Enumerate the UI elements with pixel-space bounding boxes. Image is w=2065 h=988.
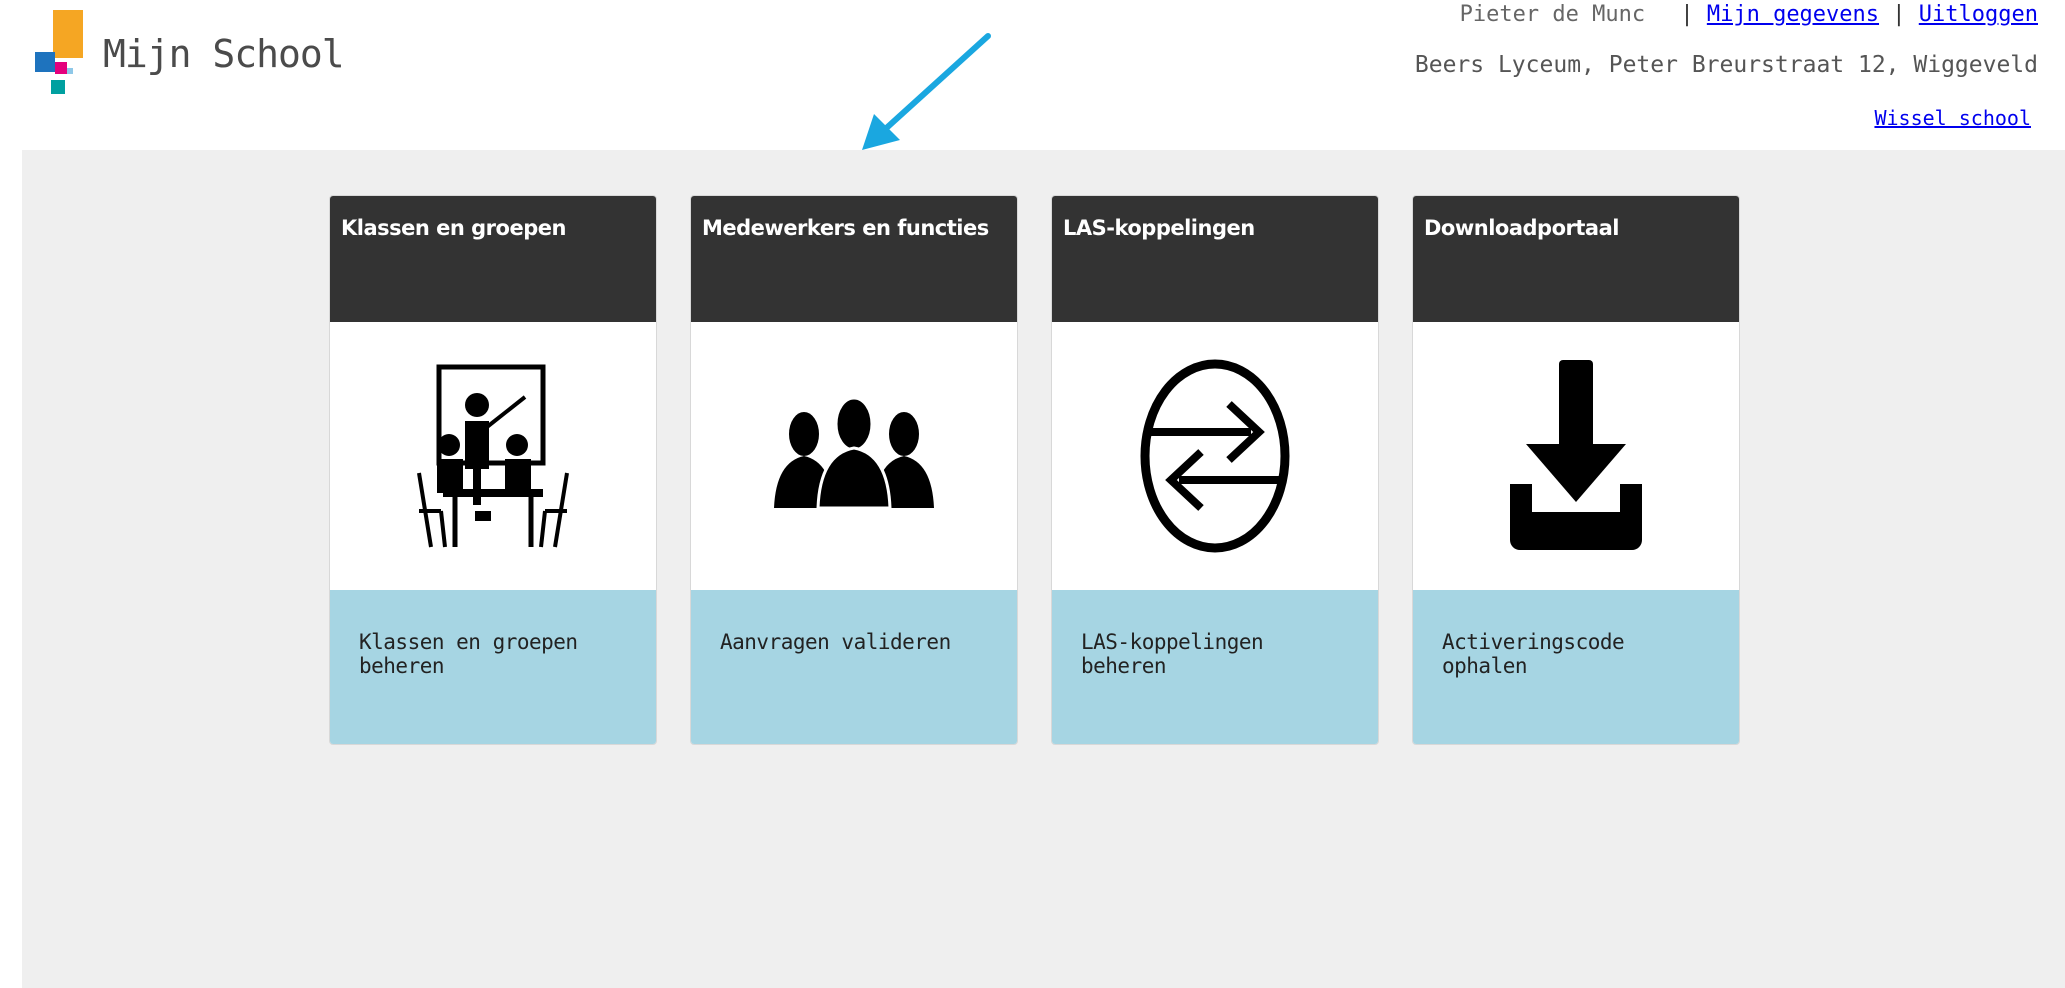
separator: | (1892, 2, 1906, 27)
logo-text: Mijn School (103, 32, 345, 76)
mijn-school-logo[interactable]: Mijn School (35, 10, 345, 98)
user-bar: Pieter de Munc | Mijn gegevens | Uitlogg… (1460, 2, 2038, 27)
classroom-teacher-icon (417, 364, 569, 548)
tile-action-link[interactable]: Activeringscode ophalen (1413, 590, 1739, 744)
tile-title: Medewerkers en functies (691, 196, 1017, 322)
staff-group-icon (774, 396, 934, 510)
logo-mark-icon (35, 10, 83, 94)
page-header: Mijn School Pieter de Munc | Mijn gegeve… (0, 0, 2065, 150)
tile-downloadportaal[interactable]: Downloadportaal Activeringscode ophalen (1412, 195, 1740, 745)
exchange-arrows-icon (1140, 359, 1290, 553)
tile-title: Downloadportaal (1413, 196, 1739, 322)
tile-klassen-en-groepen[interactable]: Klassen en groepen Klassen en groepen be… (329, 195, 657, 745)
tile-title: LAS-koppelingen (1052, 196, 1378, 322)
separator: | (1680, 2, 1694, 27)
dashboard-area: Klassen en groepen Klassen en groepen be… (22, 150, 2065, 988)
tile-medewerkers-en-functies[interactable]: Medewerkers en functies Aanvragen valide… (690, 195, 1018, 745)
logout-link[interactable]: Uitloggen (1919, 2, 2038, 27)
my-details-link[interactable]: Mijn gegevens (1707, 2, 1879, 27)
tile-action-link[interactable]: LAS-koppelingen beheren (1052, 590, 1378, 744)
download-icon (1510, 360, 1642, 550)
user-name: Pieter de Munc (1459, 2, 1646, 27)
switch-school-link[interactable]: Wissel school (1874, 106, 2031, 130)
school-address: Beers Lyceum, Peter Breurstraat 12, Wigg… (1414, 52, 2038, 78)
tile-action-link[interactable]: Aanvragen valideren (691, 590, 1017, 744)
annotation-arrow-icon (862, 33, 991, 150)
tile-action-link[interactable]: Klassen en groepen beheren (330, 590, 656, 744)
tile-las-koppelingen[interactable]: LAS-koppelingen LAS-koppelingen beheren (1051, 195, 1379, 745)
tile-title: Klassen en groepen (330, 196, 656, 322)
